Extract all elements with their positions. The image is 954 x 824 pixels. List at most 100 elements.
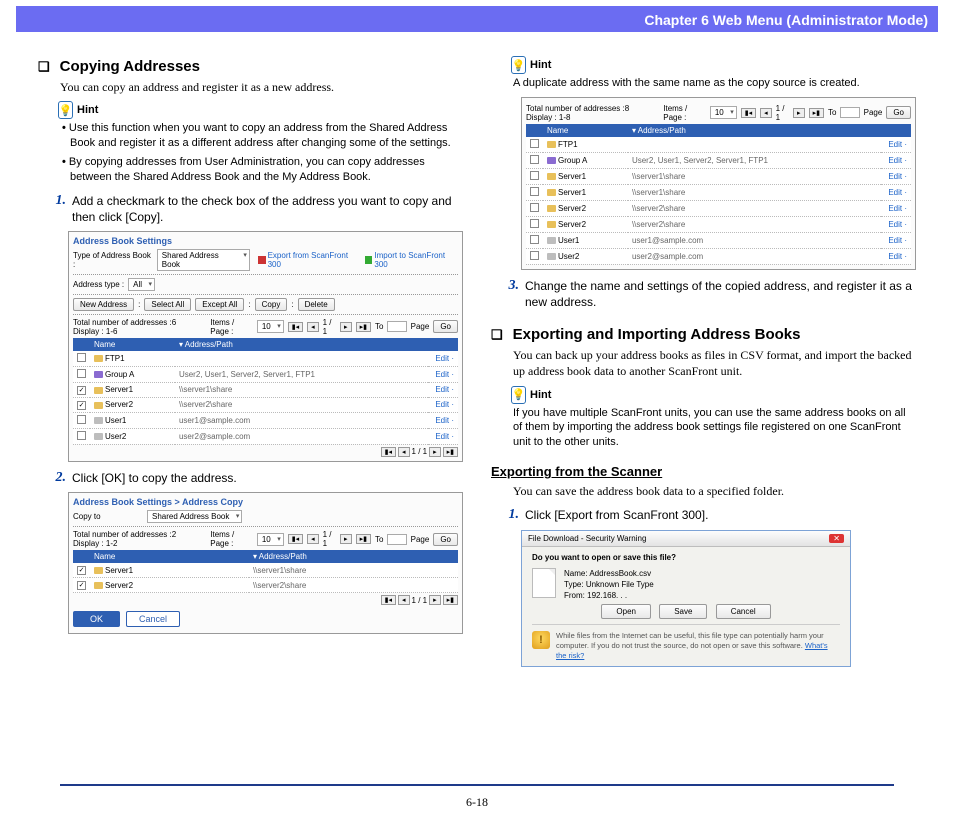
to-label: To: [375, 322, 383, 331]
table-row: ✓Server2\\server2\share: [73, 578, 458, 593]
row-checkbox[interactable]: [530, 187, 539, 196]
row-checkbox[interactable]: [530, 139, 539, 148]
row-checkbox[interactable]: [77, 369, 86, 378]
edit-link[interactable]: Edit: [888, 172, 902, 181]
fig1-addrtype-select[interactable]: All: [128, 278, 155, 291]
pager-first-b[interactable]: ▮◂: [381, 447, 396, 457]
fig3-perpage[interactable]: 10: [710, 106, 737, 119]
step-3-text: Change the name and settings of the copi…: [525, 278, 916, 310]
new-address-button[interactable]: New Address: [73, 298, 134, 311]
edit-link[interactable]: Edit: [435, 400, 449, 409]
page-input[interactable]: [387, 321, 406, 332]
hint-bullet-1: Use this function when you want to copy …: [60, 121, 463, 151]
go-button-2[interactable]: Go: [433, 533, 458, 546]
file-icon: [532, 568, 556, 598]
type-icon: [547, 237, 556, 244]
table-row: Group AUser2, User1, Server2, Server1, F…: [73, 366, 458, 382]
pager-prev-b[interactable]: ◂: [398, 447, 410, 457]
pager-last-b[interactable]: ▸▮: [443, 447, 458, 457]
fig1-type-select[interactable]: Shared Address Book: [157, 249, 250, 271]
row-checkbox[interactable]: ✓: [77, 566, 86, 575]
pager-next-b[interactable]: ▸: [429, 447, 441, 457]
lightbulb-icon: 💡: [511, 386, 526, 404]
row-checkbox[interactable]: ✓: [77, 386, 86, 395]
fig2-copyto-select[interactable]: Shared Address Book: [147, 510, 242, 523]
row-checkbox[interactable]: ✓: [77, 581, 86, 590]
row-checkbox[interactable]: [530, 235, 539, 244]
th-name[interactable]: Name: [90, 338, 175, 351]
edit-link[interactable]: Edit: [435, 370, 449, 379]
warning-text: While files from the Internet can be use…: [556, 631, 840, 660]
type-icon: [547, 205, 556, 212]
pager-next[interactable]: ▸: [340, 322, 352, 332]
edit-link[interactable]: Edit: [888, 140, 902, 149]
table-row: Group AUser2, User1, Server2, Server1, F…: [526, 152, 911, 168]
fig1-perpage[interactable]: 10: [257, 320, 284, 333]
row-checkbox[interactable]: [530, 171, 539, 180]
type-icon: [94, 387, 103, 394]
row-checkbox[interactable]: [77, 415, 86, 424]
step-2-text: Click [OK] to copy the address.: [72, 470, 463, 486]
pager-prev[interactable]: ◂: [307, 322, 319, 332]
delete-button[interactable]: Delete: [298, 298, 335, 311]
pager-pos: 1 / 1: [323, 318, 336, 336]
table-row: User1user1@sample.comEdit ·: [526, 232, 911, 248]
page-input-2[interactable]: [387, 534, 406, 545]
edit-link[interactable]: Edit: [888, 188, 902, 197]
go-button-3[interactable]: Go: [886, 106, 911, 119]
fig1-addrtype-label: Address type :: [73, 280, 124, 289]
edit-link[interactable]: Edit: [435, 416, 449, 425]
row-checkbox[interactable]: [530, 219, 539, 228]
hint-bullet-2: By copying addresses from User Administr…: [60, 155, 463, 185]
th-name-2[interactable]: Name: [90, 550, 249, 563]
table-row: User2user2@sample.comEdit ·: [73, 428, 458, 444]
table-row: Server1\\server1\shareEdit ·: [526, 184, 911, 200]
type-icon: [94, 417, 103, 424]
save-button[interactable]: Save: [659, 604, 707, 619]
open-button[interactable]: Open: [601, 604, 651, 619]
copy-button[interactable]: Copy: [255, 298, 288, 311]
type-icon: [94, 582, 103, 589]
hint-label-2: Hint: [530, 59, 551, 71]
row-checkbox[interactable]: ✓: [77, 401, 86, 410]
import-link[interactable]: Import to ScanFront 300: [365, 251, 458, 269]
select-all-button[interactable]: Select All: [144, 298, 191, 311]
except-all-button[interactable]: Except All: [195, 298, 244, 311]
row-checkbox[interactable]: [77, 353, 86, 362]
fig2-title: Address Book Settings > Address Copy: [73, 497, 458, 507]
export-hint-text: If you have multiple ScanFront units, yo…: [513, 406, 916, 451]
subsection-exporting: Exporting from the Scanner: [491, 464, 916, 479]
edit-link[interactable]: Edit: [888, 236, 902, 245]
fig1-title: Address Book Settings: [73, 236, 458, 246]
type-icon: [94, 371, 103, 378]
table-row: Server1\\server1\shareEdit ·: [526, 168, 911, 184]
edit-link[interactable]: Edit: [888, 204, 902, 213]
shield-icon: !: [532, 631, 550, 649]
fig2-perpage[interactable]: 10: [257, 533, 284, 546]
row-checkbox[interactable]: [530, 155, 539, 164]
edit-link[interactable]: Edit: [435, 432, 449, 441]
table-row: User1user1@sample.comEdit ·: [73, 412, 458, 428]
cancel-button[interactable]: Cancel: [126, 611, 180, 627]
cancel-dlg-button[interactable]: Cancel: [716, 604, 771, 619]
fig1-count-b: Items / Page :: [210, 318, 253, 336]
page-input-3[interactable]: [840, 107, 859, 118]
edit-link[interactable]: Edit: [435, 354, 449, 363]
pager-last[interactable]: ▸▮: [356, 322, 371, 332]
right-column: 💡 Hint A duplicate address with the same…: [491, 50, 916, 673]
edit-link[interactable]: Edit: [888, 252, 902, 261]
row-checkbox[interactable]: [77, 431, 86, 440]
go-button[interactable]: Go: [433, 320, 458, 333]
type-icon: [547, 189, 556, 196]
close-button[interactable]: ✕: [829, 534, 844, 543]
edit-link[interactable]: Edit: [435, 385, 449, 394]
footer-rule: [60, 784, 894, 786]
row-checkbox[interactable]: [530, 203, 539, 212]
pager-first[interactable]: ▮◂: [288, 322, 303, 332]
export-link[interactable]: Export from ScanFront 300: [258, 251, 361, 269]
ok-button[interactable]: OK: [73, 611, 120, 627]
row-checkbox[interactable]: [530, 251, 539, 260]
th-name-3[interactable]: Name: [543, 124, 628, 137]
edit-link[interactable]: Edit: [888, 220, 902, 229]
edit-link[interactable]: Edit: [888, 156, 902, 165]
